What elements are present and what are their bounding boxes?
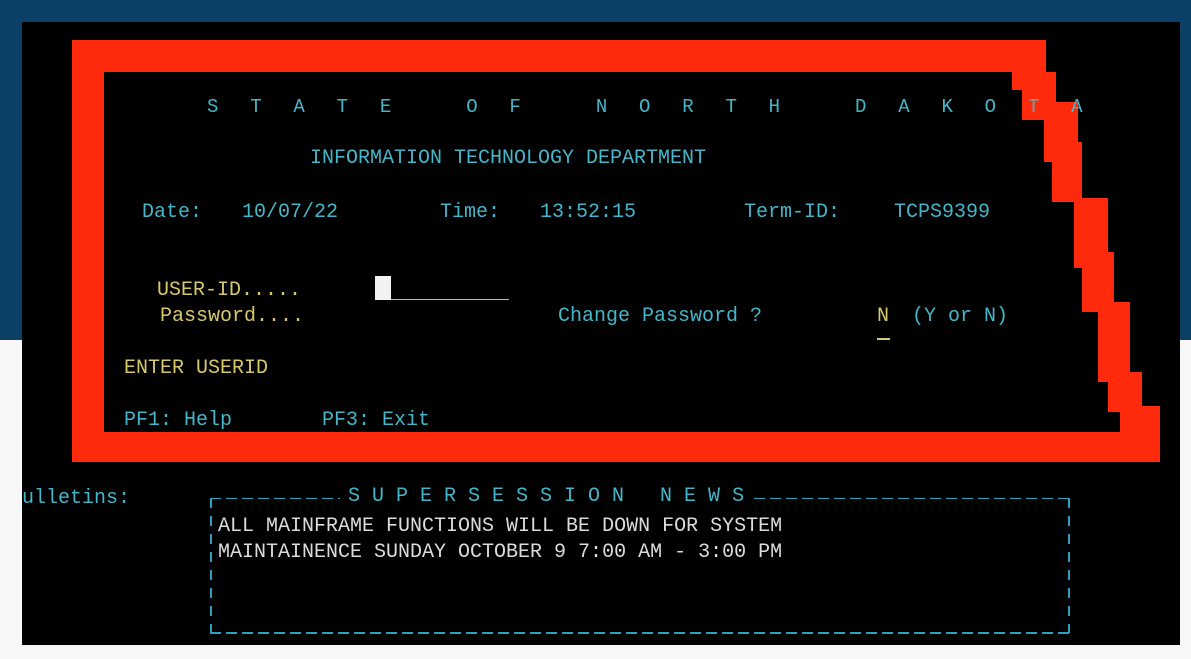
pf3-exit[interactable]: PF3: Exit xyxy=(322,410,430,432)
pf1-help[interactable]: PF1: Help xyxy=(124,410,232,432)
bulletin-line-2: MAINTAINENCE SUNDAY OCTOBER 9 7:00 AM - … xyxy=(218,541,783,564)
text-cursor xyxy=(375,276,391,300)
term-id-label: Term-ID: xyxy=(744,201,841,224)
change-password-underline xyxy=(877,338,890,340)
password-label: Password.... xyxy=(160,305,305,328)
userid-label: USER-ID..... xyxy=(157,279,302,302)
time-value: 13:52:15 xyxy=(540,201,637,224)
userid-input[interactable] xyxy=(391,299,509,300)
term-id-value: TCPS9399 xyxy=(894,201,991,224)
date-label: Date: xyxy=(142,201,203,224)
state-title: S T A T E O F N O R T H D A K O T A xyxy=(207,96,1093,118)
change-password-hint: (Y or N) xyxy=(912,305,1009,328)
change-password-label: Change Password ? xyxy=(558,305,763,328)
bulletin-line-1: ALL MAINFRAME FUNCTIONS WILL BE DOWN FOR… xyxy=(218,515,783,538)
time-label: Time: xyxy=(440,201,501,224)
terminal-screen: S T A T E O F N O R T H D A K O T A INFO… xyxy=(22,22,1180,645)
bulletin-heading: S U P E R S E S S I O N N E W S xyxy=(340,486,753,508)
date-value: 10/07/22 xyxy=(242,201,339,224)
bulletins-label: Bulletins: xyxy=(22,487,131,510)
prompt-message: ENTER USERID xyxy=(124,357,269,380)
change-password-input[interactable]: N xyxy=(877,306,889,328)
department-title: INFORMATION TECHNOLOGY DEPARTMENT xyxy=(310,147,707,170)
